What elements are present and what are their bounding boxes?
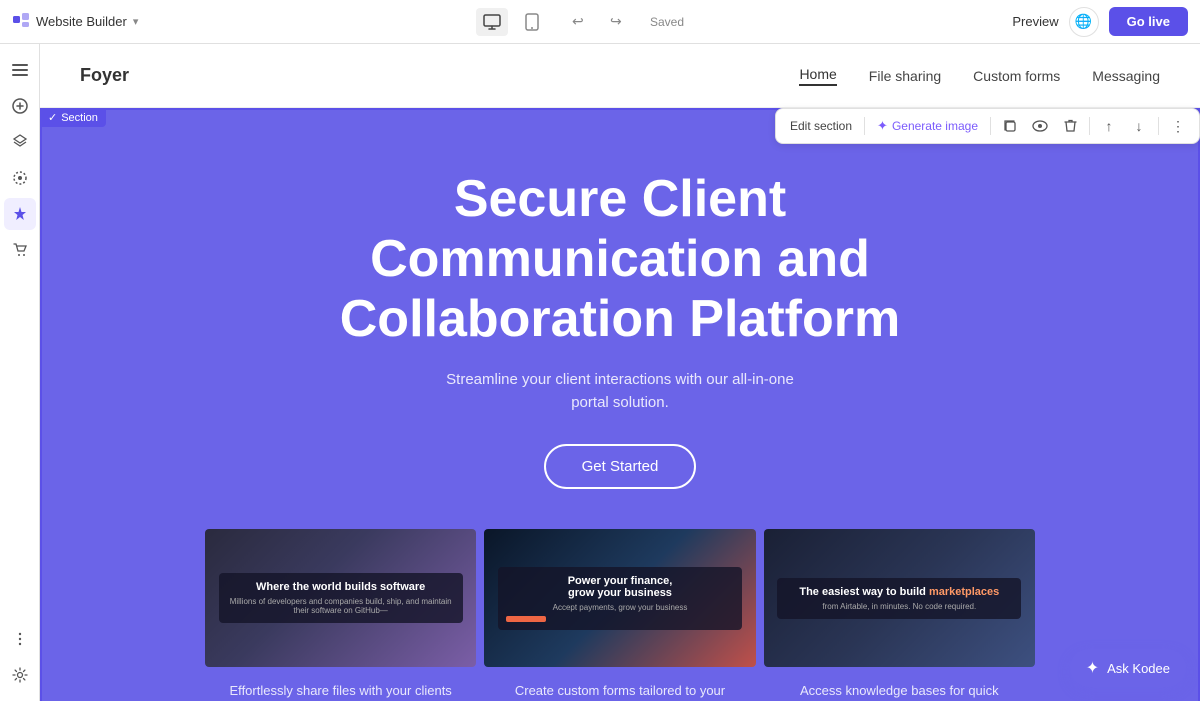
top-bar-center: ↩ ↪ Saved [172, 8, 988, 36]
card-desc-2: Create custom forms tailored to your bus… [484, 681, 755, 701]
generate-image-btn[interactable]: ✦ Generate image [871, 114, 984, 138]
sidebar-item-menu[interactable] [4, 54, 36, 86]
hero-section: Secure Client Communication and Collabor… [40, 108, 1200, 701]
kodee-icon: ✦ [1086, 658, 1099, 678]
builder-chevron[interactable]: ▾ [133, 15, 139, 28]
builder-logo-icon [12, 11, 30, 32]
card-knowledge-base: The easiest way to build marketplaces fr… [764, 529, 1035, 701]
canvas: Foyer Home File sharing Custom forms Mes… [40, 44, 1200, 701]
card-inner-2: Power your finance,grow your business Ac… [498, 567, 742, 630]
undo-btn[interactable]: ↩ [572, 8, 600, 36]
nav-link-custom-forms[interactable]: Custom forms [973, 68, 1060, 84]
card-desc-1: Effortlessly share files with your clien… [205, 681, 476, 701]
builder-label: Website Builder [36, 14, 127, 29]
toolbar-divider-4 [1158, 117, 1159, 135]
toolbar-divider-3 [1089, 117, 1090, 135]
card-img-knowledge-base: The easiest way to build marketplaces fr… [764, 529, 1035, 667]
card-file-sharing: Where the world builds software Millions… [205, 529, 476, 701]
sidebar-item-effects[interactable] [4, 198, 36, 230]
go-live-btn[interactable]: Go live [1109, 7, 1188, 36]
section-badge-label: Section [61, 112, 98, 124]
more-options-btn[interactable]: ⋮ [1165, 113, 1191, 139]
section-wrapper: Section Edit section ✦ Generate image [40, 108, 1200, 701]
sidebar-item-more[interactable] [4, 623, 36, 655]
card-custom-forms: Power your finance,grow your business Ac… [484, 529, 755, 701]
sidebar-item-shapes[interactable] [4, 162, 36, 194]
mobile-device-btn[interactable] [516, 8, 548, 36]
sidebar-item-shop[interactable] [4, 234, 36, 266]
card-inner-text-3: from Airtable, in minutes. No code requi… [785, 602, 1013, 611]
redo-btn[interactable]: ↪ [610, 8, 638, 36]
sidebar-item-layers[interactable] [4, 126, 36, 158]
edit-section-label: Edit section [790, 119, 852, 133]
card-img-custom-forms: Power your finance,grow your business Ac… [484, 529, 755, 667]
sidebar-item-settings[interactable] [4, 659, 36, 691]
card-inner-text-1: Millions of developers and companies bui… [227, 597, 455, 615]
copy-section-btn[interactable] [997, 113, 1023, 139]
hero-cta-btn[interactable]: Get Started [544, 444, 697, 489]
card-img-file-sharing: Where the world builds software Millions… [205, 529, 476, 667]
cards-row: Where the world builds software Millions… [205, 529, 1035, 701]
move-down-btn[interactable]: ↓ [1126, 113, 1152, 139]
card-inner-title-3: The easiest way to build marketplaces [785, 586, 1013, 598]
visibility-btn[interactable] [1027, 113, 1053, 139]
section-toolbar: Edit section ✦ Generate image ↑ ↓ ⋮ [775, 108, 1200, 144]
left-sidebar [0, 44, 40, 701]
site-nav-links: Home File sharing Custom forms Messaging [799, 66, 1160, 86]
card-inner-accent-2 [506, 616, 546, 622]
card-desc-3: Access knowledge bases for quick informa… [764, 681, 1035, 701]
move-up-btn[interactable]: ↑ [1096, 113, 1122, 139]
section-badge: Section [40, 108, 106, 127]
card-inner-3: The easiest way to build marketplaces fr… [777, 578, 1021, 619]
desktop-device-btn[interactable] [476, 8, 508, 36]
builder-brand: Website Builder ▾ [12, 11, 172, 32]
globe-btn[interactable]: 🌐 [1069, 7, 1099, 37]
card-inner-text-2: Accept payments, grow your business [506, 603, 734, 612]
ask-kodee-btn[interactable]: ✦ Ask Kodee [1070, 649, 1186, 687]
site-logo: Foyer [80, 65, 129, 86]
nav-link-home[interactable]: Home [799, 66, 836, 86]
nav-link-messaging[interactable]: Messaging [1092, 68, 1160, 84]
saved-indicator: Saved [650, 15, 684, 29]
hero-title: Secure Client Communication and Collabor… [270, 170, 970, 349]
undo-redo-group: ↩ ↪ [564, 8, 638, 36]
nav-link-file-sharing[interactable]: File sharing [869, 68, 941, 84]
delete-section-btn[interactable] [1057, 113, 1083, 139]
site-navigation: Foyer Home File sharing Custom forms Mes… [40, 44, 1200, 108]
ask-kodee-label: Ask Kodee [1107, 661, 1170, 676]
hero-subtitle: Streamline your client interactions with… [440, 369, 800, 414]
sparkle-icon: ✦ [877, 118, 888, 134]
card-inner-1: Where the world builds software Millions… [219, 573, 463, 623]
toolbar-divider-2 [990, 117, 991, 135]
card-inner-title-1: Where the world builds software [227, 581, 455, 593]
top-bar-right: Preview 🌐 Go live [988, 7, 1188, 37]
card-inner-title-2: Power your finance,grow your business [506, 575, 734, 599]
generate-image-label: Generate image [892, 119, 978, 133]
toolbar-divider-1 [864, 117, 865, 135]
edit-section-btn[interactable]: Edit section [784, 115, 858, 137]
preview-btn[interactable]: Preview [1012, 14, 1058, 29]
sidebar-item-add[interactable] [4, 90, 36, 122]
top-bar: Website Builder ▾ ↩ ↪ Saved Preview 🌐 Go… [0, 0, 1200, 44]
